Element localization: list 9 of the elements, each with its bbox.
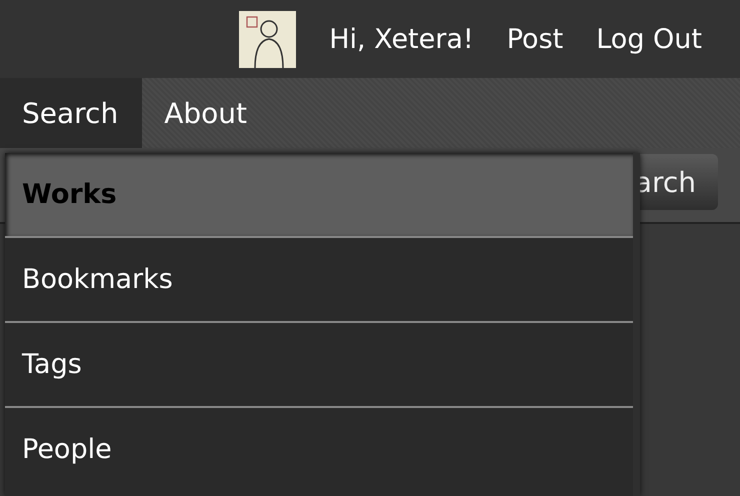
nav-link[interactable]: Post <box>506 24 564 54</box>
menu-item[interactable]: Bookmarks <box>5 238 633 323</box>
nav-tab[interactable]: About <box>142 78 271 148</box>
avatar <box>239 10 296 68</box>
menu-item[interactable]: People <box>5 408 633 491</box>
menu-item[interactable]: Tags <box>5 323 633 408</box>
nav-tab[interactable]: Search <box>0 78 142 148</box>
nav-link[interactable]: Log Out <box>596 24 702 54</box>
user-greeting: Hi, Xetera! <box>329 24 474 54</box>
